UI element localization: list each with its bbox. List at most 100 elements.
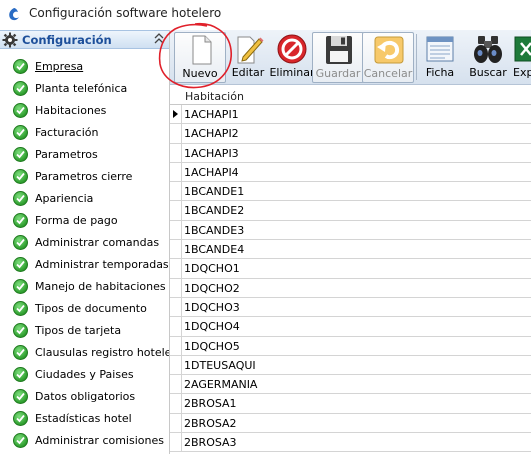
row-selector[interactable] — [170, 297, 182, 317]
window-title: Configuración software hotelero — [29, 6, 222, 20]
table-row[interactable]: 1DTEUSAQUI — [170, 355, 531, 376]
sidebar-item[interactable]: Facturación — [0, 123, 169, 145]
search-button[interactable]: Buscar — [462, 32, 514, 83]
row-selector[interactable] — [170, 182, 182, 201]
table-row[interactable]: 2BROSA3 — [170, 433, 531, 453]
table-row[interactable]: 2BROSA1 — [170, 394, 531, 414]
room-cell: 1BCANDE4 — [184, 243, 245, 257]
table-row[interactable]: 1DQCHO2 — [170, 278, 531, 298]
sidebar-item[interactable]: Ciudades y Paises — [0, 365, 169, 387]
sidebar: Configuración Empresa Planta telefónica Ha… — [0, 30, 170, 454]
gear-icon — [2, 32, 18, 48]
room-cell: 1DQCHO4 — [184, 320, 240, 334]
check-icon — [13, 301, 28, 316]
table-row[interactable]: 1BCANDE3 — [170, 220, 531, 241]
row-selector[interactable] — [170, 413, 182, 433]
cancel-button[interactable]: Cancelar — [362, 32, 414, 83]
grid-body: 1ACHAPI1 1ACHAPI2 1ACHAPI3 1ACHAPI4 1BCANDE1… — [170, 105, 531, 453]
sidebar-item[interactable]: Parametros — [0, 145, 169, 167]
sidebar-item[interactable]: Empresa — [0, 57, 169, 79]
save-button[interactable]: Guardar — [312, 32, 364, 83]
check-icon — [13, 411, 28, 426]
sidebar-item[interactable]: Tipos de tarjeta — [0, 321, 169, 343]
check-icon — [13, 279, 28, 294]
room-cell: 2AGERMANIA — [184, 378, 258, 392]
sidebar-item-label: Forma de pago — [35, 214, 118, 227]
row-selector[interactable] — [170, 317, 182, 336]
check-icon — [13, 257, 28, 272]
table-row[interactable]: 1ACHAPI1 — [170, 105, 531, 125]
table-row[interactable]: 1ACHAPI3 — [170, 143, 531, 163]
sidebar-item-label: Ciudades y Paises — [35, 368, 134, 381]
row-selector[interactable] — [170, 143, 182, 162]
delete-button[interactable]: Eliminar — [266, 32, 318, 83]
grid-header[interactable]: Habitación — [170, 85, 531, 105]
sidebar-item[interactable]: Tipos de documento — [0, 299, 169, 321]
table-row[interactable]: 1DQCHO3 — [170, 297, 531, 318]
row-selector[interactable] — [170, 336, 182, 355]
rooms-grid: Habitación 1ACHAPI1 1ACHAPI2 1ACHAPI3 1ACHA… — [170, 85, 531, 454]
sidebar-item[interactable]: Planta telefónica — [0, 79, 169, 101]
row-selector[interactable] — [170, 201, 182, 220]
sidebar-header[interactable]: Configuración — [0, 30, 169, 49]
sidebar-item[interactable]: Forma de pago — [0, 211, 169, 233]
row-selector[interactable] — [170, 394, 182, 413]
sidebar-item[interactable]: Administrar temporadas — [0, 255, 169, 277]
delete-icon — [277, 34, 307, 64]
room-cell: 1DQCHO5 — [184, 339, 240, 353]
new-button[interactable]: Nuevo — [174, 32, 226, 83]
double-chevron-up-icon[interactable] — [153, 32, 165, 46]
sidebar-item[interactable]: Datos obligatorios — [0, 387, 169, 409]
row-selector[interactable] — [170, 124, 182, 143]
form-button-label: Ficha — [425, 66, 455, 79]
sidebar-item[interactable]: Estadísticas hotel — [0, 409, 169, 431]
check-icon — [13, 81, 28, 96]
sidebar-item[interactable]: Administrar comisiones — [0, 431, 169, 453]
excel-icon — [514, 36, 531, 62]
row-selector[interactable] — [170, 259, 182, 278]
sidebar-item[interactable]: Parametros cierre — [0, 167, 169, 189]
row-selector[interactable] — [170, 162, 182, 182]
table-row[interactable]: 2AGERMANIA — [170, 375, 531, 395]
table-row[interactable]: 1DQCHO1 — [170, 259, 531, 279]
app-logo-icon — [9, 8, 19, 21]
sidebar-item[interactable]: Apariencia — [0, 189, 169, 211]
room-cell: 1BCANDE3 — [184, 223, 245, 237]
export-button[interactable]: Exp — [510, 32, 531, 83]
row-selector[interactable] — [170, 105, 182, 124]
table-row[interactable]: 1BCANDE2 — [170, 201, 531, 221]
check-icon — [13, 389, 28, 404]
room-cell: 1ACHAPI4 — [184, 165, 239, 179]
sidebar-item[interactable]: Habitaciones — [0, 101, 169, 123]
table-row[interactable]: 1BCANDE4 — [170, 240, 531, 260]
table-row[interactable]: 1ACHAPI4 — [170, 162, 531, 183]
row-selector[interactable] — [170, 278, 182, 297]
search-button-label: Buscar — [469, 66, 507, 79]
column-header-habitacion: Habitación — [185, 90, 244, 103]
table-row[interactable]: 1DQCHO4 — [170, 317, 531, 337]
sidebar-item-label: Tipos de documento — [35, 302, 147, 315]
table-row[interactable]: 1DQCHO5 — [170, 336, 531, 356]
room-cell: 1BCANDE2 — [184, 204, 245, 218]
sidebar-item-label: Estadísticas hotel — [35, 412, 132, 425]
save-button-label: Guardar — [315, 67, 361, 80]
toolbar: Nuevo Editar Eliminar Guardar Cancelar F… — [170, 30, 531, 85]
table-row[interactable]: 1ACHAPI2 — [170, 124, 531, 144]
table-row[interactable]: 1BCANDE1 — [170, 182, 531, 202]
room-cell: 1ACHAPI1 — [184, 108, 239, 121]
sidebar-item-label: Clausulas registro hotelero — [35, 346, 170, 359]
row-selector[interactable] — [170, 375, 182, 394]
room-cell: 2BROSA3 — [184, 436, 237, 450]
check-icon — [13, 433, 28, 448]
row-selector[interactable] — [170, 220, 182, 240]
row-selector[interactable] — [170, 240, 182, 259]
sidebar-item[interactable]: Clausulas registro hotelero — [0, 343, 170, 365]
check-icon — [13, 367, 28, 382]
sidebar-item[interactable]: Manejo de habitaciones — [0, 277, 169, 299]
form-button[interactable]: Ficha — [414, 32, 466, 83]
row-selector[interactable] — [170, 355, 182, 375]
table-row[interactable]: 2BROSA2 — [170, 413, 531, 434]
room-cell: 2BROSA1 — [184, 397, 237, 411]
sidebar-item[interactable]: Administrar comandas — [0, 233, 169, 255]
row-selector[interactable] — [170, 433, 182, 452]
